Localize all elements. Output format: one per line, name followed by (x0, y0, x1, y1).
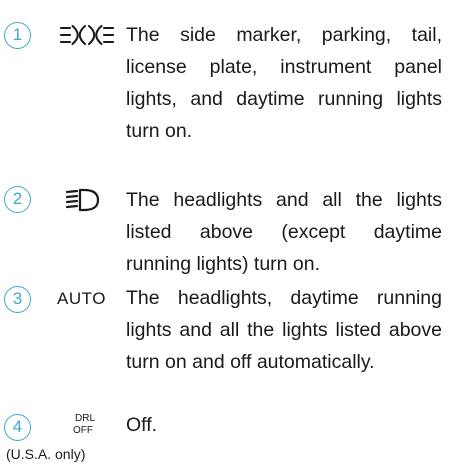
side-marker-lights-icon (60, 24, 114, 46)
drl-label: DRL (75, 413, 96, 424)
item-description: Off. (126, 414, 158, 436)
auto-label: AUTO (57, 289, 106, 308)
item-description: The side marker, parking, tail, license … (126, 24, 442, 142)
region-note: (U.S.A. only) (6, 446, 86, 462)
item-description: The headlights, daytime running lights a… (126, 287, 442, 373)
item-number-badge: 4 (4, 414, 31, 441)
off-label: OFF (73, 425, 93, 436)
item-number-badge: 3 (4, 286, 31, 313)
item-number-badge: 1 (4, 22, 31, 49)
item-number-badge: 2 (4, 186, 31, 213)
headlight-icon (66, 188, 100, 212)
light-switch-positions-list: 1 The side marker, parking, tail, licens… (0, 0, 452, 468)
item-description: The headlights and all the lights listed… (126, 189, 442, 275)
